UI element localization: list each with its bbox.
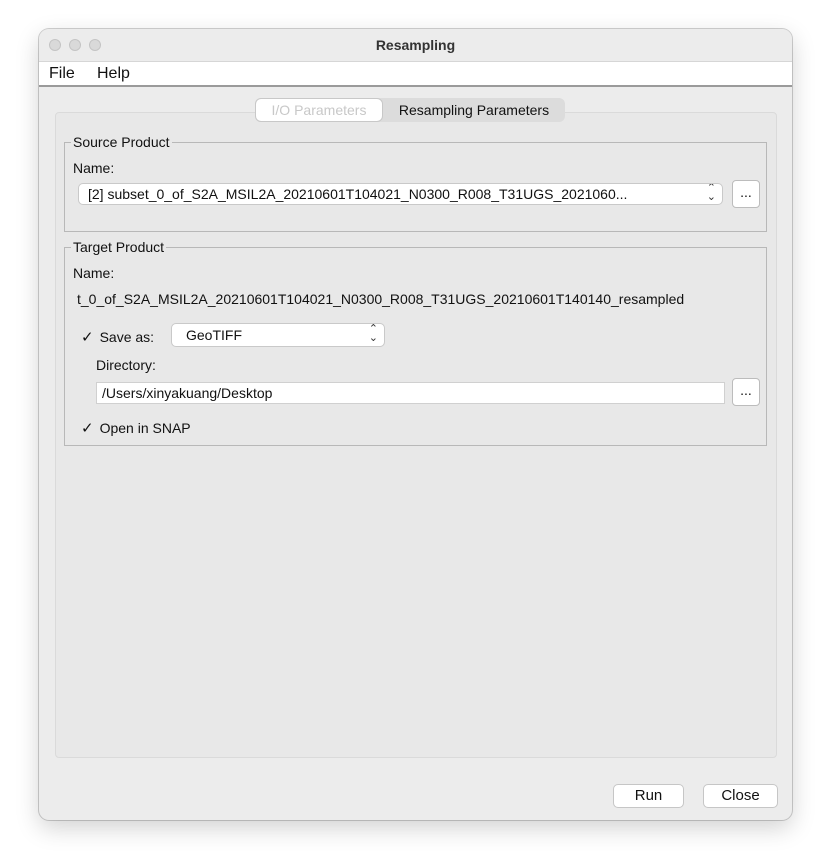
open-in-snap-checkbox[interactable]: ✓ Open in SNAP bbox=[81, 419, 191, 437]
source-name-label: Name: bbox=[73, 160, 115, 176]
directory-label: Directory: bbox=[96, 357, 156, 373]
checkmark-icon: ✓ bbox=[81, 420, 94, 437]
source-browse-button[interactable]: ... bbox=[732, 180, 760, 208]
target-name-value: t_0_of_S2A_MSIL2A_20210601T104021_N0300_… bbox=[77, 291, 685, 307]
run-button[interactable]: Run bbox=[613, 784, 684, 808]
source-product-group: Source Product Name: [2] subset_0_of_S2A… bbox=[64, 134, 767, 232]
menu-help[interactable]: Help bbox=[97, 65, 130, 83]
source-product-legend: Source Product bbox=[71, 134, 172, 150]
chevron-updown-icon: ⌃ ⌄ bbox=[368, 323, 378, 344]
menu-bar: File Help bbox=[39, 62, 792, 87]
format-select[interactable]: GeoTIFF ⌃ ⌄ bbox=[171, 323, 385, 347]
resampling-dialog: Resampling File Help Source Product Name… bbox=[39, 29, 792, 820]
save-as-label: Save as: bbox=[99, 329, 155, 345]
tab-bar: I/O Parameters Resampling Parameters bbox=[255, 98, 565, 122]
window-title: Resampling bbox=[375, 37, 456, 53]
tab-content-panel: Source Product Name: [2] subset_0_of_S2A… bbox=[55, 112, 777, 758]
directory-field[interactable]: /Users/xinyakuang/Desktop bbox=[96, 382, 725, 404]
close-button[interactable]: Close bbox=[703, 784, 778, 808]
directory-value: /Users/xinyakuang/Desktop bbox=[102, 385, 273, 401]
target-name-field[interactable]: t_0_of_S2A_MSIL2A_20210601T104021_N0300_… bbox=[73, 288, 760, 312]
open-in-snap-label: Open in SNAP bbox=[99, 420, 191, 436]
save-as-checkbox[interactable]: ✓ Save as: bbox=[81, 328, 154, 346]
tab-io-parameters[interactable]: I/O Parameters bbox=[256, 99, 382, 121]
source-product-value: [2] subset_0_of_S2A_MSIL2A_20210601T1040… bbox=[88, 186, 628, 202]
menu-file[interactable]: File bbox=[49, 65, 75, 83]
directory-browse-button[interactable]: ... bbox=[732, 378, 760, 406]
source-product-select[interactable]: [2] subset_0_of_S2A_MSIL2A_20210601T1040… bbox=[78, 183, 723, 205]
checkmark-icon: ✓ bbox=[81, 329, 94, 346]
target-product-group: Target Product Name: t_0_of_S2A_MSIL2A_2… bbox=[64, 239, 767, 446]
format-value: GeoTIFF bbox=[186, 327, 243, 343]
target-name-label: Name: bbox=[73, 265, 115, 281]
chevron-updown-icon: ⌃ ⌄ bbox=[706, 183, 716, 203]
tab-resampling-parameters[interactable]: Resampling Parameters bbox=[383, 98, 565, 122]
target-product-legend: Target Product bbox=[71, 239, 167, 255]
title-bar: Resampling bbox=[39, 29, 792, 62]
